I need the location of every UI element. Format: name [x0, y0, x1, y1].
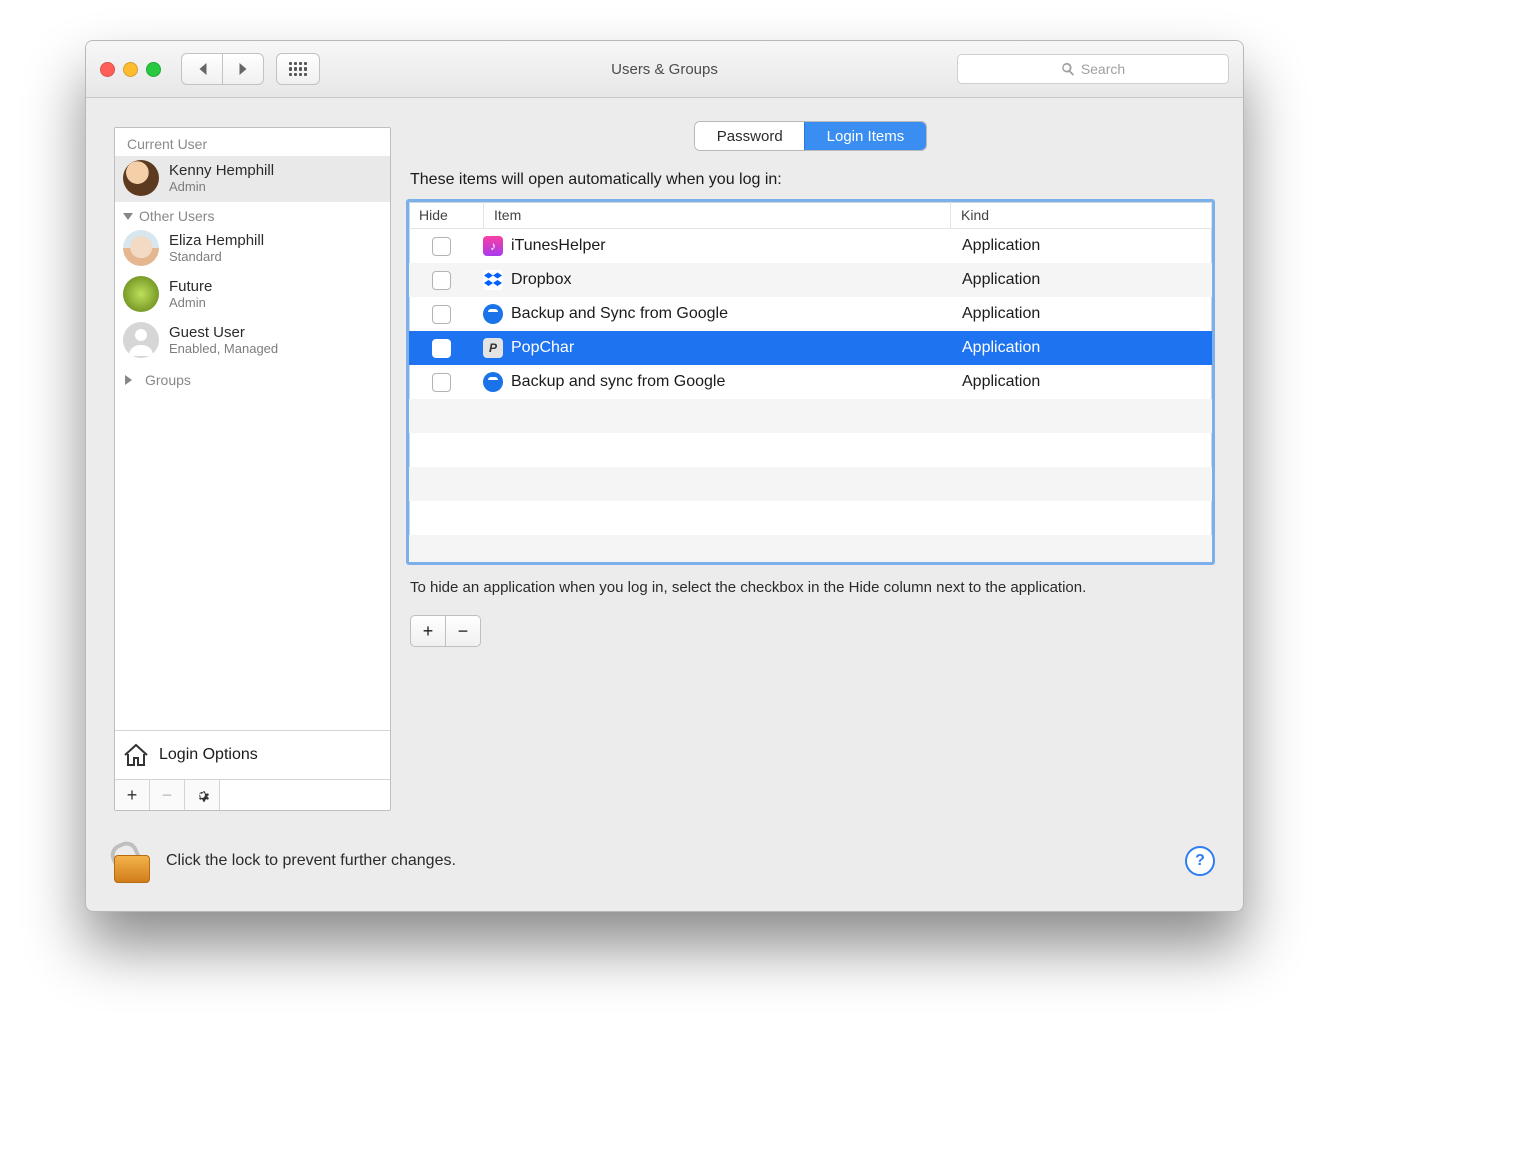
popchar-icon: P: [483, 338, 503, 358]
table-header: Hide Item Kind: [409, 202, 1212, 229]
close-window-button[interactable]: [100, 62, 115, 77]
user-name: Kenny Hemphill: [169, 162, 274, 179]
item-kind: Application: [962, 339, 1040, 356]
tab-password[interactable]: Password: [695, 122, 805, 150]
user-actions-button[interactable]: [185, 780, 220, 810]
column-hide[interactable]: Hide: [409, 202, 484, 228]
other-users-label: Other Users: [139, 208, 214, 224]
show-all-button[interactable]: [276, 53, 320, 85]
panel-description: These items will open automatically when…: [410, 171, 1211, 189]
avatar: [123, 322, 159, 358]
sidebar-user-1[interactable]: Future Admin: [115, 272, 390, 318]
item-name: Backup and sync from Google: [511, 373, 725, 391]
sidebar-user-2[interactable]: Guest User Enabled, Managed: [115, 318, 390, 364]
hide-checkbox[interactable]: [432, 339, 451, 358]
column-item[interactable]: Item: [484, 202, 951, 228]
back-button[interactable]: [181, 53, 222, 85]
user-name: Guest User: [169, 324, 278, 341]
help-button[interactable]: ?: [1185, 846, 1215, 876]
hide-checkbox[interactable]: [432, 237, 451, 256]
sidebar-user-current[interactable]: Kenny Hemphill Admin: [115, 156, 390, 202]
user-role: Standard: [169, 249, 264, 264]
preferences-window: Users & Groups Search Current User Kenny…: [85, 40, 1244, 912]
table-row[interactable]: Backup and Sync from Google Application: [409, 297, 1212, 331]
sidebar-footer: + −: [115, 779, 390, 810]
user-name: Eliza Hemphill: [169, 232, 264, 249]
item-name: iTunesHelper: [511, 237, 606, 255]
user-role: Admin: [169, 295, 212, 310]
user-role: Enabled, Managed: [169, 341, 278, 356]
sidebar-user-0[interactable]: Eliza Hemphill Standard: [115, 226, 390, 272]
window-controls: [100, 62, 161, 77]
users-sidebar: Current User Kenny Hemphill Admin Other …: [114, 127, 391, 811]
tab-login-items[interactable]: Login Items: [804, 121, 928, 151]
table-row[interactable]: Backup and sync from Google Application: [409, 365, 1212, 399]
titlebar: Users & Groups Search: [86, 41, 1243, 98]
groups-header[interactable]: Groups: [115, 364, 390, 390]
item-kind: Application: [962, 373, 1040, 390]
hide-checkbox[interactable]: [432, 305, 451, 324]
remove-user-button[interactable]: −: [150, 780, 185, 810]
hide-hint-text: To hide an application when you log in, …: [410, 577, 1211, 599]
nav-back-forward: [181, 53, 264, 85]
avatar: [123, 276, 159, 312]
hide-checkbox[interactable]: [432, 271, 451, 290]
add-remove-controls: + −: [410, 615, 1215, 647]
dropbox-icon: [483, 270, 503, 290]
tab-bar: Password Login Items: [694, 121, 927, 151]
other-users-header[interactable]: Other Users: [115, 202, 390, 226]
forward-button[interactable]: [222, 53, 264, 85]
groups-label: Groups: [145, 372, 191, 388]
item-name: PopChar: [511, 339, 574, 357]
login-options-button[interactable]: Login Options: [115, 730, 390, 779]
avatar: [123, 230, 159, 266]
chevron-down-icon: [123, 213, 133, 220]
login-items-table: Hide Item Kind ♪iTunesHelperApplicationD…: [406, 199, 1215, 565]
item-name: Dropbox: [511, 271, 571, 289]
house-icon: [123, 743, 149, 767]
lock-button[interactable]: [114, 839, 148, 883]
lock-row: Click the lock to prevent further change…: [114, 831, 1215, 891]
item-name: Backup and Sync from Google: [511, 305, 728, 323]
avatar: [123, 160, 159, 196]
search-input[interactable]: Search: [957, 54, 1229, 84]
table-row[interactable]: P PopChar Application: [409, 331, 1212, 365]
chevron-right-icon: [125, 375, 137, 385]
add-user-button[interactable]: +: [115, 780, 150, 810]
gear-icon: [194, 787, 210, 803]
add-login-item-button[interactable]: +: [410, 615, 445, 647]
item-kind: Application: [962, 305, 1040, 322]
user-role: Admin: [169, 179, 274, 194]
table-row[interactable]: ♪ iTunesHelper Application: [409, 229, 1212, 263]
login-items-panel: Password Login Items These items will op…: [406, 121, 1215, 811]
column-kind[interactable]: Kind: [951, 202, 1212, 228]
current-user-label: Current User: [115, 128, 390, 156]
google-backup-icon: [483, 372, 503, 392]
item-kind: Application: [962, 271, 1040, 288]
hide-checkbox[interactable]: [432, 373, 451, 392]
item-kind: Application: [962, 237, 1040, 254]
user-name: Future: [169, 278, 212, 295]
login-options-label: Login Options: [159, 746, 258, 764]
table-row[interactable]: Dropbox Application: [409, 263, 1212, 297]
remove-login-item-button[interactable]: −: [445, 615, 481, 647]
lock-text: Click the lock to prevent further change…: [166, 852, 456, 870]
zoom-window-button[interactable]: [146, 62, 161, 77]
minimize-window-button[interactable]: [123, 62, 138, 77]
itunes-icon: ♪: [483, 236, 503, 256]
google-backup-icon: [483, 304, 503, 324]
search-placeholder: Search: [1081, 61, 1125, 77]
